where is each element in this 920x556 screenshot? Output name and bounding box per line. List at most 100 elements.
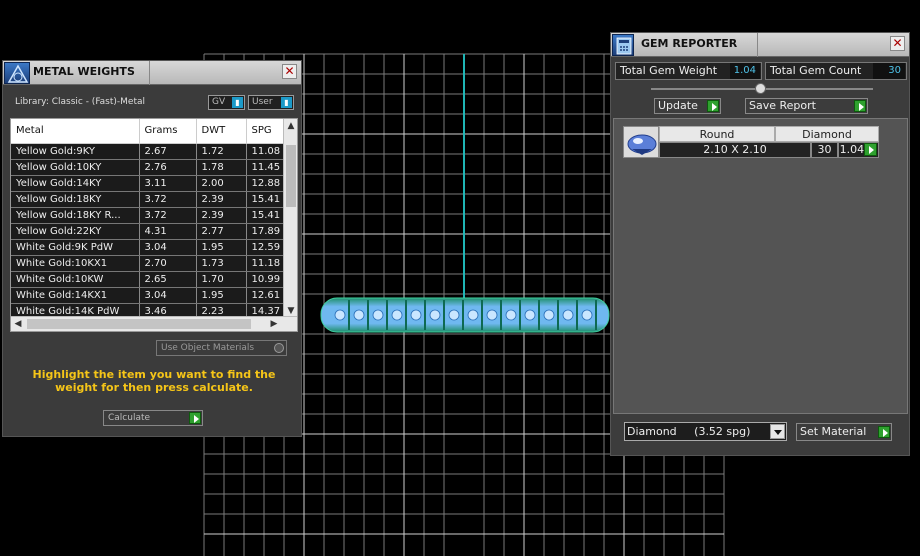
dwt-cell: 1.72 (196, 143, 247, 160)
spg-cell: 12.88 (246, 175, 286, 192)
dwt-cell: 2.77 (196, 223, 247, 240)
round-diamond-icon (623, 126, 659, 158)
column-header-spg[interactable]: SPG (246, 119, 286, 144)
table-row[interactable]: Yellow Gold:14KY 3.11 2.00 12.88 (11, 175, 286, 192)
table-row[interactable]: White Gold:10KW 2.65 1.70 10.99 (11, 271, 286, 288)
dwt-cell: 2.00 (196, 175, 247, 192)
collapse-handle-icon[interactable] (755, 83, 766, 94)
grams-cell: 3.11 (139, 175, 197, 192)
dwt-cell: 1.95 (196, 287, 247, 304)
material-select[interactable]: Diamond (3.52 spg) (624, 422, 787, 441)
calculate-label: Calculate (108, 413, 151, 423)
metal-cell: White Gold:9K PdW (11, 239, 140, 256)
gv-dropdown[interactable]: GV ▮ (208, 95, 245, 110)
metal-table-vertical-scrollbar[interactable]: ▲ ▼ (283, 119, 297, 318)
metal-weights-panel: METAL WEIGHTS ✕ Library: Classic - (Fast… (2, 60, 302, 437)
gem-reporter-panel: GEM REPORTER ✕ Total Gem Weight 1.04 Tot… (610, 32, 910, 456)
calculate-play-icon (189, 412, 201, 424)
table-row[interactable]: Yellow Gold:18KY 3.72 2.39 15.41 (11, 191, 286, 208)
total-gem-count-field: Total Gem Count 30 (765, 62, 907, 80)
dwt-cell: 1.78 (196, 159, 247, 176)
metal-table-horizontal-scrollbar[interactable]: ◀ ▶ (11, 316, 297, 331)
total-gem-weight-label: Total Gem Weight (620, 64, 718, 77)
spg-cell: 17.89 (246, 223, 286, 240)
gem-list[interactable]: Round Diamond 2.10 X 2.10 30 1.04tw (613, 118, 908, 414)
gv-dropdown-label: GV (212, 97, 226, 107)
metal-cell: Yellow Gold:14KY (11, 175, 140, 192)
material-select-value: Diamond (3.52 spg) (627, 425, 751, 438)
column-header-dwt[interactable]: DWT (196, 119, 247, 144)
grams-cell: 2.65 (139, 271, 197, 288)
scroll-up-icon[interactable]: ▲ (284, 119, 297, 133)
dwt-cell: 2.39 (196, 191, 247, 208)
metal-cell: Yellow Gold:18KY R... (11, 207, 140, 224)
spg-cell: 15.41 (246, 207, 286, 224)
vertical-scroll-thumb[interactable] (286, 145, 296, 207)
dwt-cell: 1.70 (196, 271, 247, 288)
table-row[interactable]: White Gold:14KX1 3.04 1.95 12.61 (11, 287, 286, 304)
gem-row-play-icon[interactable] (864, 143, 877, 156)
scroll-right-icon[interactable]: ▶ (267, 317, 281, 331)
set-material-button[interactable]: Set Material (796, 423, 892, 441)
metal-cell: Yellow Gold:22KY (11, 223, 140, 240)
gem-reporter-titlebar[interactable]: GEM REPORTER ✕ (611, 33, 909, 57)
table-row[interactable]: Yellow Gold:9KY 2.67 1.72 11.08 (11, 143, 286, 160)
spg-cell: 11.18 (246, 255, 286, 272)
metal-weights-title: METAL WEIGHTS (33, 65, 135, 78)
grams-cell: 3.72 (139, 191, 197, 208)
total-gem-count-label: Total Gem Count (770, 64, 862, 77)
scroll-left-icon[interactable]: ◀ (11, 317, 25, 331)
metal-weights-close-icon[interactable]: ✕ (282, 64, 297, 79)
spg-cell: 12.61 (246, 287, 286, 304)
spg-cell: 15.41 (246, 191, 286, 208)
instruction-text: Highlight the item you want to find the … (32, 368, 276, 394)
dwt-cell: 2.39 (196, 207, 247, 224)
grams-cell: 2.67 (139, 143, 197, 160)
table-row[interactable]: Yellow Gold:10KY 2.76 1.78 11.45 (11, 159, 286, 176)
spg-cell: 10.99 (246, 271, 286, 288)
update-button[interactable]: Update (654, 98, 721, 114)
metal-cell: White Gold:14KX1 (11, 287, 140, 304)
table-row[interactable]: White Gold:10KX1 2.70 1.73 11.18 (11, 255, 286, 272)
set-material-label: Set Material (800, 425, 867, 438)
gem-count-cell: 30 (811, 142, 838, 158)
metal-weights-titlebar[interactable]: METAL WEIGHTS ✕ (3, 61, 301, 85)
grams-cell: 3.04 (139, 287, 197, 304)
metal-cell: Yellow Gold:9KY (11, 143, 140, 160)
gem-reporter-close-icon[interactable]: ✕ (890, 36, 905, 51)
set-material-play-icon (878, 426, 890, 438)
gem-material-header: Diamond (775, 126, 879, 142)
use-object-materials-toggle[interactable]: Use Object Materials (156, 340, 287, 356)
table-row[interactable]: Yellow Gold:18KY R... 3.72 2.39 15.41 (11, 207, 286, 224)
library-label: Library: Classic - (Fast)-Metal (15, 97, 146, 107)
grams-cell: 3.04 (139, 239, 197, 256)
total-gem-weight-value: 1.04 (730, 63, 760, 79)
grams-cell: 2.76 (139, 159, 197, 176)
table-row[interactable]: White Gold:9K PdW 3.04 1.95 12.59 (11, 239, 286, 256)
total-gem-count-value: 30 (873, 63, 905, 79)
use-object-materials-label: Use Object Materials (161, 343, 255, 353)
update-play-icon (707, 100, 719, 112)
column-header-grams[interactable]: Grams (139, 119, 197, 144)
metal-table-header: Metal Grams DWT SPG (11, 119, 286, 144)
metal-cell: White Gold:10KX1 (11, 255, 140, 272)
calculate-button[interactable]: Calculate (103, 410, 203, 426)
horizontal-scroll-thumb[interactable] (27, 319, 251, 329)
user-dropdown-label: User (252, 97, 273, 107)
save-report-button[interactable]: Save Report (745, 98, 868, 114)
user-dropdown[interactable]: User ▮ (248, 95, 294, 110)
dwt-cell: 1.73 (196, 255, 247, 272)
grams-cell: 3.72 (139, 207, 197, 224)
total-gem-weight-field: Total Gem Weight 1.04 (615, 62, 762, 80)
use-object-materials-radio-icon[interactable] (274, 343, 284, 353)
metal-cell: Yellow Gold:18KY (11, 191, 140, 208)
chevron-down-icon[interactable] (770, 424, 785, 439)
column-header-metal[interactable]: Metal (11, 119, 140, 144)
update-label: Update (658, 99, 698, 112)
metal-weights-logo-icon (4, 62, 30, 84)
metal-table[interactable]: Metal Grams DWT SPG Yellow Gold:9KY 2.67 1… (10, 118, 298, 332)
table-row[interactable]: Yellow Gold:22KY 4.31 2.77 17.89 (11, 223, 286, 240)
gem-reporter-title: GEM REPORTER (641, 37, 738, 50)
spg-cell: 12.59 (246, 239, 286, 256)
grams-cell: 2.70 (139, 255, 197, 272)
